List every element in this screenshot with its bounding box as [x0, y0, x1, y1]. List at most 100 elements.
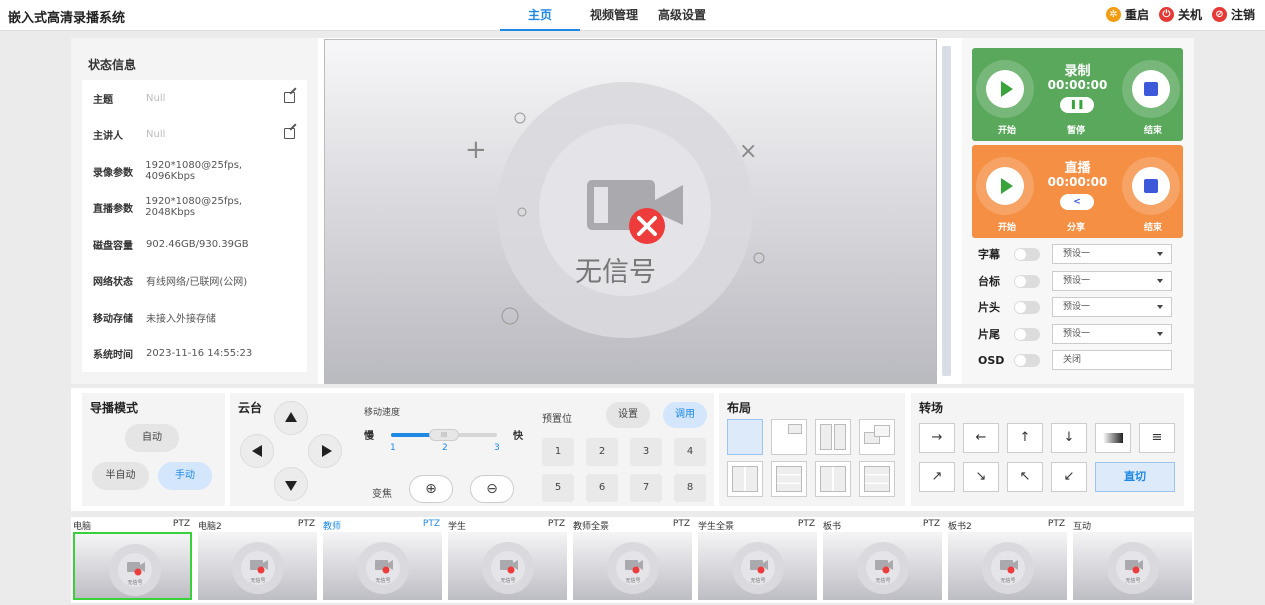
transition-down-left-button[interactable]: ↙ — [1051, 462, 1087, 492]
layout-grid-c-button[interactable] — [815, 461, 851, 497]
zoom-out-button[interactable]: ⊖ — [470, 475, 514, 503]
thumbnail-ptz-label[interactable]: PTZ — [298, 519, 315, 529]
transition-wipe-button[interactable]: ≡ — [1139, 423, 1175, 453]
subtitle-select[interactable]: 预设一 — [1052, 244, 1172, 264]
arrow-down-icon — [285, 481, 297, 491]
thumbnail-preview[interactable]: 无信号 — [948, 532, 1067, 600]
layout-pip-top-right-button[interactable] — [771, 419, 807, 455]
video-preview[interactable]: + × 无信号 — [324, 39, 937, 384]
transition-up-button[interactable]: ↑ — [1007, 423, 1043, 453]
source-thumbnail[interactable]: 互动 无信号 — [1071, 517, 1196, 603]
thumbnail-preview[interactable]: 无信号 — [1073, 532, 1192, 600]
outro-toggle[interactable] — [1014, 327, 1040, 341]
speed-slider-handle[interactable]: III — [429, 429, 459, 441]
preset-4-button[interactable]: 4 — [674, 438, 706, 466]
record-start-label: 开始 — [998, 126, 1017, 136]
edit-icon[interactable] — [284, 92, 295, 103]
transition-down-button[interactable]: ↓ — [1051, 423, 1087, 453]
speed-slider-track[interactable]: III — [391, 429, 497, 441]
ptz-right-button[interactable] — [308, 434, 342, 468]
layout-grid-a-button[interactable] — [727, 461, 763, 497]
nav-home[interactable]: 主页 — [500, 0, 580, 31]
preset-6-button[interactable]: 6 — [586, 474, 618, 502]
thumbnail-ptz-label[interactable]: PTZ — [798, 519, 815, 529]
thumbnail-ptz-label[interactable]: PTZ — [923, 519, 940, 529]
thumbnail-preview[interactable]: 无信号 — [198, 532, 317, 600]
thumbnail-preview[interactable]: 无信号 — [573, 532, 692, 600]
thumbnail-ptz-label[interactable]: PTZ — [548, 519, 565, 529]
preset-8-button[interactable]: 8 — [674, 474, 706, 502]
live-share-label: 分享 — [1067, 223, 1086, 233]
source-thumbnail[interactable]: 电脑 PTZ 无信号 — [71, 517, 196, 603]
intro-toggle[interactable] — [1014, 300, 1040, 314]
logout-button[interactable]: ⊘ 注销 — [1211, 6, 1255, 23]
thumbnail-name: 教师 — [323, 522, 342, 532]
transition-fade-button[interactable] — [1095, 423, 1131, 453]
record-end-label: 结束 — [1144, 126, 1163, 136]
record-pause-button[interactable]: ❚❚ — [1060, 97, 1094, 113]
ptz-up-button[interactable] — [274, 401, 308, 435]
thumbnail-preview[interactable]: 无信号 — [73, 532, 192, 600]
osd-toggle[interactable] — [1014, 353, 1040, 367]
source-thumbnail[interactable]: 板书2 PTZ 无信号 — [946, 517, 1071, 603]
transition-right-button[interactable]: → — [919, 423, 955, 453]
transition-down-right-button[interactable]: ↘ — [963, 462, 999, 492]
transition-up-left-button[interactable]: ↖ — [1007, 462, 1043, 492]
thumbnail-preview[interactable]: 无信号 — [698, 532, 817, 600]
svg-text:×: × — [739, 139, 757, 164]
transition-up-right-button[interactable]: ↗ — [919, 462, 955, 492]
source-thumbnail[interactable]: 教师 PTZ 无信号 — [321, 517, 446, 603]
preset-call-button[interactable]: 调用 — [663, 402, 707, 428]
manual-mode-button[interactable]: 手动 — [158, 462, 212, 490]
thumbnail-ptz-label[interactable]: PTZ — [1048, 519, 1065, 529]
thumbnail-ptz-label[interactable]: PTZ — [673, 519, 690, 529]
director-mode-section: 导播模式 自动 半自动 手动 — [82, 393, 225, 506]
preset-2-button[interactable]: 2 — [586, 438, 618, 466]
thumbnail-ptz-label[interactable]: PTZ — [423, 519, 440, 529]
layout-overlap-button[interactable] — [859, 419, 895, 455]
zoom-in-button[interactable]: ⊕ — [409, 475, 453, 503]
transition-left-button[interactable]: ← — [963, 423, 999, 453]
layout-single-button[interactable] — [727, 419, 763, 455]
preset-5-button[interactable]: 5 — [542, 474, 574, 502]
nav-video-management[interactable]: 视频管理 — [580, 0, 648, 31]
preview-scrollbar[interactable] — [942, 46, 951, 376]
ptz-down-button[interactable] — [274, 467, 308, 501]
shutdown-button[interactable]: ⏻ 关机 — [1158, 6, 1202, 23]
logo-select[interactable]: 预设一 — [1052, 271, 1172, 291]
semi-auto-mode-button[interactable]: 半自动 — [92, 462, 149, 490]
preset-7-button[interactable]: 7 — [630, 474, 662, 502]
live-share-button[interactable]: < — [1060, 194, 1094, 210]
layout-split-two-button[interactable] — [815, 419, 851, 455]
nav-advanced-settings[interactable]: 高级设置 — [648, 0, 716, 31]
layout-split-icon — [820, 424, 832, 450]
subtitle-toggle[interactable] — [1014, 247, 1040, 261]
intro-select[interactable]: 预设一 — [1052, 297, 1172, 317]
edit-icon[interactable] — [284, 128, 295, 139]
arrow-down-icon: ↓ — [1063, 430, 1075, 445]
auto-mode-button[interactable]: 自动 — [125, 424, 179, 452]
restart-button[interactable]: ✲ 重启 — [1105, 6, 1149, 23]
direct-cut-button[interactable]: 直切 — [1095, 462, 1175, 492]
source-thumbnail[interactable]: 教师全景 PTZ 无信号 — [571, 517, 696, 603]
source-thumbnail[interactable]: 板书 PTZ 无信号 — [821, 517, 946, 603]
layout-grid-b-button[interactable] — [771, 461, 807, 497]
arrow-up-right-icon: ↗ — [931, 469, 943, 484]
logo-toggle[interactable] — [1014, 274, 1040, 288]
speed-fast-label: 快 — [513, 431, 523, 442]
thumbnail-preview[interactable]: 无信号 — [323, 532, 442, 600]
layout-grid-d-button[interactable] — [859, 461, 895, 497]
source-thumbnail[interactable]: 学生全景 PTZ 无信号 — [696, 517, 821, 603]
thumbnail-preview[interactable]: 无信号 — [823, 532, 942, 600]
source-thumbnail[interactable]: 学生 PTZ 无信号 — [446, 517, 571, 603]
preset-set-button[interactable]: 设置 — [606, 402, 650, 428]
preset-3-button[interactable]: 3 — [630, 438, 662, 466]
osd-field[interactable]: 关闭 — [1052, 350, 1172, 370]
preset-1-button[interactable]: 1 — [542, 438, 574, 466]
thumbnail-ptz-label[interactable]: PTZ — [173, 519, 190, 529]
source-thumbnail[interactable]: 电脑2 PTZ 无信号 — [196, 517, 321, 603]
ptz-left-button[interactable] — [240, 434, 274, 468]
shutdown-label: 关机 — [1177, 8, 1202, 22]
thumbnail-preview[interactable]: 无信号 — [448, 532, 567, 600]
outro-select[interactable]: 预设一 — [1052, 324, 1172, 344]
